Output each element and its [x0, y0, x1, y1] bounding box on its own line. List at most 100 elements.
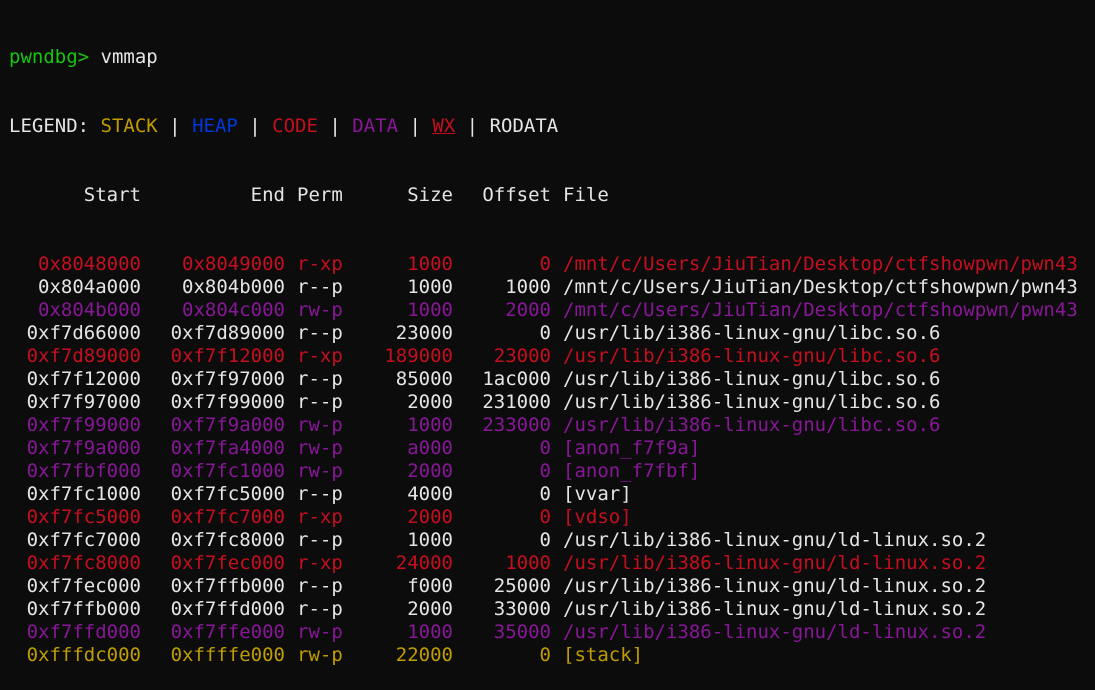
permission: r--p — [297, 598, 343, 620]
file-path: /usr/lib/i386-linux-gnu/libc.so.6 — [563, 368, 941, 390]
table-row: 0xfffdc000 0xffffe000 rw-p 22000 0 [stack] — [9, 644, 1095, 667]
file-path: /usr/lib/i386-linux-gnu/libc.so.6 — [563, 391, 941, 413]
offset: 0 — [539, 437, 551, 459]
start-address: 0xf7f12000 — [26, 368, 141, 390]
legend-separator: | — [398, 115, 433, 137]
file-path: [anon_f7f9a] — [563, 437, 701, 459]
permission: rw-p — [297, 621, 343, 643]
offset: 25000 — [493, 575, 551, 597]
file-path: /usr/lib/i386-linux-gnu/ld-linux.so.2 — [563, 552, 987, 574]
start-address: 0xf7fc8000 — [26, 552, 141, 574]
legend-item-rodata: RODATA — [489, 115, 559, 137]
file-path: [anon_f7fbf] — [563, 460, 701, 482]
column-offset: Offset — [482, 184, 551, 206]
end-address: 0xf7ffd000 — [170, 598, 285, 620]
legend-label: LEGEND: — [9, 115, 90, 137]
offset: 33000 — [493, 598, 551, 620]
size: 85000 — [395, 368, 453, 390]
start-address: 0xf7fc7000 — [26, 529, 141, 551]
file-path: /usr/lib/i386-linux-gnu/ld-linux.so.2 — [563, 575, 987, 597]
offset: 23000 — [493, 345, 551, 367]
column-end: End — [250, 184, 285, 206]
legend-item-data: DATA — [352, 115, 399, 137]
vmmap-table: 0x8048000 0x8049000 r-xp 1000 0/mnt/c/Users/… — [9, 253, 1095, 667]
end-address: 0xf7f99000 — [170, 391, 285, 413]
offset: 35000 — [493, 621, 551, 643]
legend-separator: | — [157, 115, 193, 137]
size: 1000 — [407, 299, 453, 321]
table-row: 0x8048000 0x8049000 r-xp 1000 0/mnt/c/Users/… — [9, 253, 1095, 276]
offset: 0 — [539, 460, 551, 482]
command-line: pwndbg> vmmap — [9, 46, 1095, 69]
end-address: 0xf7fc8000 — [170, 529, 285, 551]
start-address: 0xf7fec000 — [26, 575, 141, 597]
size: 1000 — [407, 414, 453, 436]
file-path: /mnt/c/Users/JiuTian/Desktop/ctfshowpwn/… — [563, 299, 1078, 321]
file-path: /mnt/c/Users/JiuTian/Desktop/ctfshowpwn/… — [563, 253, 1078, 275]
size: 2000 — [407, 598, 453, 620]
permission: r-xp — [297, 552, 343, 574]
size: 1000 — [407, 529, 453, 551]
file-path: [vdso] — [563, 506, 632, 528]
permission: rw-p — [297, 460, 343, 482]
table-row: 0xf7f97000 0xf7f99000 r--p 2000 231000/usr/l… — [9, 391, 1095, 414]
start-address: 0xf7ffd000 — [26, 621, 141, 643]
size: 1000 — [407, 276, 453, 298]
column-header: Start End Perm Size Offset File — [9, 184, 1095, 207]
legend-item-wx: WX — [432, 115, 456, 137]
terminal-window[interactable]: pwndbg> vmmap LEGEND: STACK | HEAP | COD… — [0, 0, 1095, 666]
permission: r--p — [297, 483, 343, 505]
end-address: 0xf7ffe000 — [170, 621, 285, 643]
start-address: 0xf7f97000 — [26, 391, 141, 413]
permission: r--p — [297, 575, 343, 597]
table-row: 0xf7f99000 0xf7f9a000 rw-p 1000 233000/usr/l… — [9, 414, 1095, 437]
permission: r-xp — [297, 253, 343, 275]
column-start: Start — [83, 184, 141, 206]
end-address: 0xf7d89000 — [170, 322, 285, 344]
prompt: pwndbg> — [9, 46, 90, 68]
file-path: /usr/lib/i386-linux-gnu/ld-linux.so.2 — [563, 598, 987, 620]
file-path: /usr/lib/i386-linux-gnu/ld-linux.so.2 — [563, 621, 987, 643]
end-address: 0xf7fc1000 — [170, 460, 285, 482]
file-path: /usr/lib/i386-linux-gnu/ld-linux.so.2 — [563, 529, 987, 551]
offset: 0 — [539, 483, 551, 505]
size: 23000 — [395, 322, 453, 344]
permission: rw-p — [297, 299, 343, 321]
file-path: [stack] — [563, 644, 644, 666]
start-address: 0x804b000 — [38, 299, 141, 321]
permission: r--p — [297, 276, 343, 298]
end-address: 0xf7fec000 — [170, 552, 285, 574]
table-row: 0x804a000 0x804b000 r--p 1000 1000/mnt/c/Use… — [9, 276, 1095, 299]
legend-item-stack: STACK — [100, 115, 158, 137]
permission: rw-p — [297, 437, 343, 459]
permission: rw-p — [297, 414, 343, 436]
permission: rw-p — [297, 644, 343, 666]
size: 24000 — [395, 552, 453, 574]
table-row: 0xf7f12000 0xf7f97000 r--p 85000 1ac000/usr/… — [9, 368, 1095, 391]
start-address: 0x8048000 — [38, 253, 141, 275]
legend-items: STACK | HEAP | CODE | DATA | WX | RODATA — [101, 115, 559, 137]
permission: r-xp — [297, 506, 343, 528]
table-row: 0xf7f9a000 0xf7fa4000 rw-p a000 0 [anon_f7f9a… — [9, 437, 1095, 460]
table-row: 0xf7ffb000 0xf7ffd000 r--p 2000 33000/usr/li… — [9, 598, 1095, 621]
size: 1000 — [407, 253, 453, 275]
table-row: 0xf7d66000 0xf7d89000 r--p 23000 0/usr/lib/i… — [9, 322, 1095, 345]
end-address: 0x804b000 — [182, 276, 285, 298]
table-row: 0xf7fec000 0xf7ffb000 r--p f000 25000/usr/li… — [9, 575, 1095, 598]
size: 189000 — [384, 345, 453, 367]
table-row: 0xf7d89000 0xf7f12000 r-xp 189000 23000/usr/… — [9, 345, 1095, 368]
offset: 0 — [539, 322, 551, 344]
offset: 231000 — [482, 391, 551, 413]
start-address: 0xf7d89000 — [26, 345, 141, 367]
permission: r--p — [297, 529, 343, 551]
end-address: 0x804c000 — [182, 299, 285, 321]
table-row: 0xf7fc8000 0xf7fec000 r-xp 24000 1000/usr/li… — [9, 552, 1095, 575]
offset: 1ac000 — [482, 368, 551, 390]
size: 4000 — [407, 483, 453, 505]
size: f000 — [407, 575, 453, 597]
table-row: 0xf7fc1000 0xf7fc5000 r--p 4000 0 [vvar] — [9, 483, 1095, 506]
size: 2000 — [407, 460, 453, 482]
permission: r--p — [297, 322, 343, 344]
size: a000 — [407, 437, 453, 459]
table-row: 0x804b000 0x804c000 rw-p 1000 2000/mnt/c/Use… — [9, 299, 1095, 322]
